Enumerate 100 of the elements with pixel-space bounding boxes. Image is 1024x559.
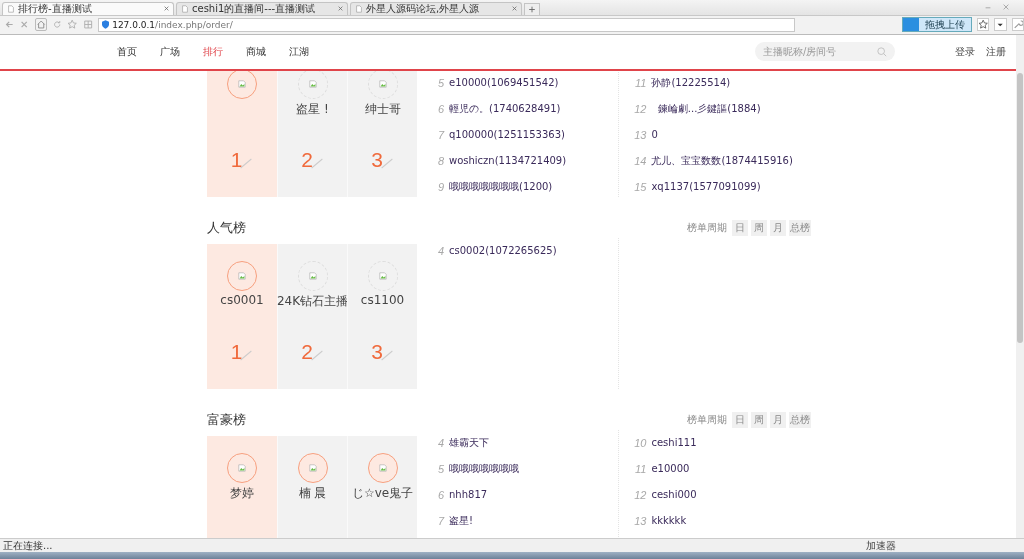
user-link[interactable]: 鍊崘劇...彡鍵謳(1884) <box>651 101 761 116</box>
user-link[interactable]: e10000(1069451542) <box>449 77 559 89</box>
broken-image-icon <box>238 463 246 472</box>
close-icon[interactable] <box>1002 3 1010 12</box>
rank-number: 9 <box>436 180 444 193</box>
podium-card[interactable]: 绅士哥 3 <box>347 70 417 197</box>
user-link[interactable]: nhh817 <box>449 489 488 501</box>
rank-number: 1 <box>230 340 243 362</box>
podium-card[interactable]: 盗星 ! 2 <box>277 70 347 197</box>
user-link[interactable]: 尤儿、宝宝数数(1874415916) <box>651 153 793 168</box>
search-icon[interactable] <box>877 47 887 58</box>
user-name: cs1100 <box>360 292 405 305</box>
user-link[interactable]: ceshi000 <box>651 489 697 501</box>
scrollbar[interactable] <box>1016 34 1024 538</box>
rank-number: 7 <box>436 128 444 141</box>
page-icon <box>181 4 189 13</box>
user-name: 楠 晨 <box>298 484 327 497</box>
search-field[interactable]: 主播昵称/房间号 <box>755 42 895 62</box>
user-link[interactable]: q100000(1251153363) <box>449 129 565 141</box>
podium-card[interactable]: cs0001 1 <box>207 243 277 389</box>
rank-number: 6 <box>436 102 444 115</box>
close-icon[interactable] <box>164 6 169 12</box>
section-title: 富豪榜 <box>207 410 246 429</box>
user-name: 梦婷 <box>230 484 254 497</box>
rank-number: 4 <box>436 436 444 449</box>
browser-tab[interactable]: 外星人源码论坛,外星人源 <box>350 1 522 15</box>
rank-number: 5 <box>436 462 444 475</box>
rank-number: 14 <box>633 154 647 167</box>
broken-image-icon <box>308 271 317 280</box>
accelerator-label[interactable]: 加速器 <box>866 538 896 553</box>
user-link[interactable]: 盗星! <box>449 513 473 528</box>
address-field[interactable]: 127.0.0.1/index.php/order/ <box>98 17 795 32</box>
user-link[interactable]: kkkkkk <box>651 515 687 527</box>
close-icon[interactable] <box>512 6 517 12</box>
scrollbar-thumb[interactable] <box>1017 72 1023 343</box>
user-link[interactable]: 哦哦哦哦哦哦哦(1200) <box>449 179 553 194</box>
rank-number: 6 <box>436 488 444 501</box>
rank-number: 8 <box>436 154 444 167</box>
rank-number: 15 <box>633 180 647 193</box>
refresh-icon[interactable] <box>52 19 63 31</box>
user-link[interactable]: 0 <box>651 129 658 141</box>
register-link[interactable]: 注册 <box>986 44 1006 59</box>
user-link[interactable]: 輕児の。(1740628491) <box>449 101 561 116</box>
home-icon[interactable] <box>34 18 48 32</box>
rank-number: 13 <box>633 514 647 527</box>
rank-number: 11 <box>634 76 647 89</box>
browser-tab[interactable]: 排行榜-直播测试 <box>2 1 174 15</box>
broken-image-icon <box>378 463 387 472</box>
page-icon <box>7 4 15 13</box>
nav-link[interactable]: 排行 <box>203 44 223 59</box>
nav-link[interactable]: 广场 <box>160 44 180 59</box>
rank-number: 13 <box>633 128 647 141</box>
upload-button[interactable]: 拖拽上传 <box>901 17 972 33</box>
rank-number: 2 <box>301 148 313 170</box>
user-name: 盗星 ! <box>296 100 329 113</box>
period-label: 榜单周期 <box>687 220 727 235</box>
user-link[interactable]: xq1137(1577091099) <box>651 181 761 193</box>
rank-number: 3 <box>371 148 383 170</box>
podium-card[interactable]: 楠 晨 <box>277 435 347 538</box>
user-link[interactable]: cs0002(1072265625) <box>449 245 557 257</box>
user-name: 24K钻石主播 <box>276 292 349 305</box>
nav-link[interactable]: 首页 <box>117 44 137 59</box>
star-icon[interactable] <box>976 18 990 32</box>
broken-image-icon <box>378 79 387 88</box>
rank-number: 12 <box>633 488 647 501</box>
broken-image-icon <box>238 271 246 280</box>
rank-number: 4 <box>436 244 444 257</box>
dropdown-icon[interactable] <box>994 18 1007 32</box>
podium-card[interactable]: 24K钻石主播 2 <box>277 243 347 389</box>
login-link[interactable]: 登录 <box>955 44 975 59</box>
user-link[interactable]: 雄霸天下 <box>449 435 489 450</box>
rank-number: 11 <box>634 462 647 475</box>
page-icon <box>355 4 363 13</box>
broken-image-icon <box>238 79 246 88</box>
user-link[interactable]: ceshi111 <box>651 437 697 449</box>
podium-card[interactable]: cs1100 3 <box>347 243 417 389</box>
nav-link[interactable]: 商城 <box>246 44 266 59</box>
podium-card[interactable]: じ☆ve鬼子 <box>347 435 417 538</box>
grid-icon[interactable] <box>82 19 94 31</box>
broken-image-icon <box>378 271 387 280</box>
browser-tab[interactable]: ceshi1的直播间---直播测试 <box>176 1 348 15</box>
rank-number: 7 <box>436 514 444 527</box>
user-name: cs0001 <box>220 292 264 305</box>
broken-image-icon <box>308 79 317 88</box>
podium-card[interactable]: 梦婷 <box>207 435 277 538</box>
nav-link[interactable]: 江湖 <box>289 44 309 59</box>
new-tab-icon[interactable] <box>524 2 540 15</box>
star-icon[interactable] <box>67 19 78 31</box>
user-name: じ☆ve鬼子 <box>351 484 414 497</box>
close-icon[interactable] <box>338 6 343 12</box>
broken-image-icon <box>308 463 317 472</box>
rank-number: 12 <box>633 102 647 115</box>
user-link[interactable]: 孙静(12225514) <box>651 75 731 90</box>
rank-number: 3 <box>371 340 383 362</box>
user-link[interactable]: e10000 <box>651 463 690 475</box>
user-link[interactable]: 哦哦哦哦哦哦哦 <box>449 461 519 476</box>
user-name: 绅士哥 <box>364 100 401 113</box>
period-label: 榜单周期 <box>687 412 727 427</box>
rank-number: 2 <box>301 340 313 362</box>
user-link[interactable]: woshiczn(1134721409) <box>449 155 567 167</box>
